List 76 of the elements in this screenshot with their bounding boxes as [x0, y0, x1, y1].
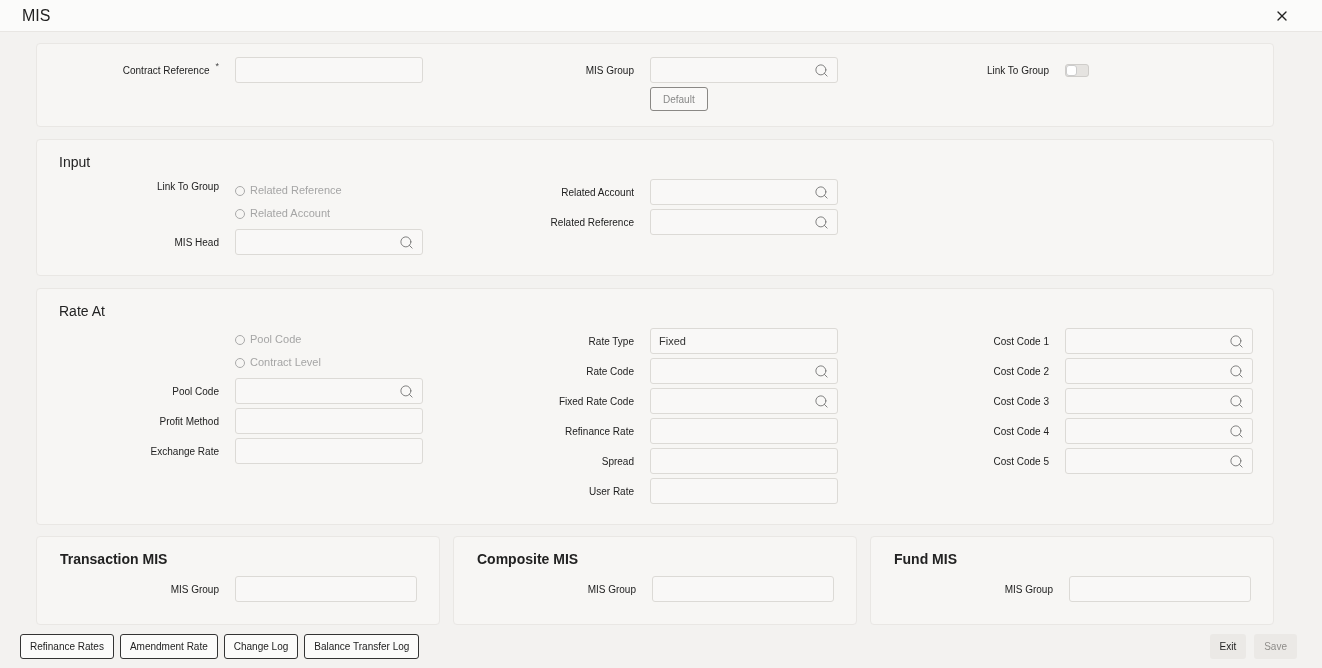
search-icon[interactable] — [814, 363, 829, 379]
lookup-field[interactable] — [650, 179, 838, 205]
lookup-field[interactable] — [650, 388, 838, 414]
search-icon[interactable] — [814, 62, 829, 78]
lookup-field[interactable] — [1065, 448, 1253, 474]
radio-label: Related Reference — [250, 183, 342, 199]
search-icon[interactable] — [399, 383, 414, 399]
field-label: Cost Code 1 — [993, 334, 1049, 349]
field-label: Related Account — [561, 185, 634, 200]
search-icon[interactable] — [814, 184, 829, 200]
field-label: MIS Group — [1004, 582, 1053, 597]
lookup-field[interactable] — [1065, 388, 1253, 414]
input-field[interactable] — [235, 57, 423, 83]
field-label: Exchange Rate — [150, 444, 219, 459]
field-label: Contract Reference — [122, 63, 210, 78]
search-icon[interactable] — [399, 234, 414, 250]
lookup-field[interactable] — [1065, 358, 1253, 384]
action-button[interactable]: Refinance Rates — [20, 634, 114, 659]
section-title: Rate At — [58, 302, 106, 321]
search-icon[interactable] — [1229, 363, 1244, 379]
input-field[interactable] — [235, 576, 417, 602]
input-field[interactable] — [650, 448, 838, 474]
search-icon[interactable] — [1229, 393, 1244, 409]
field-label: Fixed Rate Code — [558, 394, 634, 409]
field-label: Link To Group — [156, 180, 219, 194]
input-field[interactable]: Fixed — [650, 328, 838, 354]
field-label: Profit Method — [159, 414, 219, 429]
lookup-field[interactable] — [650, 57, 838, 83]
field-label: MIS Head — [174, 235, 219, 250]
lookup-field[interactable] — [650, 358, 838, 384]
lookup-field[interactable] — [1065, 328, 1253, 354]
panel-title: Composite MIS — [477, 550, 580, 569]
lookup-field[interactable] — [235, 229, 423, 255]
field-label: MIS Group — [170, 582, 219, 597]
search-icon[interactable] — [814, 214, 829, 230]
toggle-switch[interactable] — [1065, 63, 1089, 77]
lookup-field[interactable] — [650, 209, 838, 235]
field-label: Spread — [601, 454, 634, 469]
field-label: MIS Group — [585, 63, 634, 78]
field-label: MIS Group — [587, 582, 636, 597]
field-label: Cost Code 2 — [993, 364, 1049, 379]
panel-title: Transaction MIS — [60, 550, 169, 569]
search-icon[interactable] — [1229, 333, 1244, 349]
search-icon[interactable] — [814, 393, 829, 409]
action-button[interactable]: Amendment Rate — [119, 634, 218, 659]
section-title: Input — [58, 153, 92, 172]
field-label: Cost Code 4 — [993, 424, 1049, 439]
field-label: Cost Code 3 — [993, 394, 1049, 409]
search-icon[interactable] — [1229, 423, 1244, 439]
field-label: Related Reference — [550, 215, 634, 230]
input-field[interactable] — [650, 478, 838, 504]
input-field[interactable] — [1069, 576, 1251, 602]
input-field[interactable] — [652, 576, 834, 602]
action-button[interactable]: Balance Transfer Log — [304, 634, 420, 659]
search-icon[interactable] — [1229, 453, 1244, 469]
field-label: User Rate — [589, 484, 634, 499]
required-mark: * — [215, 59, 219, 73]
default-button[interactable]: Default — [650, 87, 708, 111]
field-label: Refinance Rate — [565, 424, 634, 439]
action-button[interactable]: Exit — [1209, 634, 1247, 659]
input-field[interactable] — [235, 438, 423, 464]
field-label: Cost Code 5 — [993, 454, 1049, 469]
lookup-field[interactable] — [235, 378, 423, 404]
lookup-field[interactable] — [1065, 418, 1253, 444]
input-field[interactable] — [235, 408, 423, 434]
field-label: Pool Code — [172, 384, 219, 399]
input-field[interactable] — [650, 418, 838, 444]
radio-label: Contract Level — [250, 355, 321, 371]
radio-label: Related Account — [250, 206, 331, 222]
action-button[interactable]: Change Log — [223, 634, 299, 659]
radio-label: Pool Code — [250, 332, 302, 348]
panel-title: Fund MIS — [894, 550, 958, 569]
field-label: Rate Code — [586, 364, 634, 379]
field-label: Link To Group — [986, 63, 1049, 78]
field-label: Rate Type — [588, 334, 634, 349]
window-title: MIS — [22, 5, 51, 26]
